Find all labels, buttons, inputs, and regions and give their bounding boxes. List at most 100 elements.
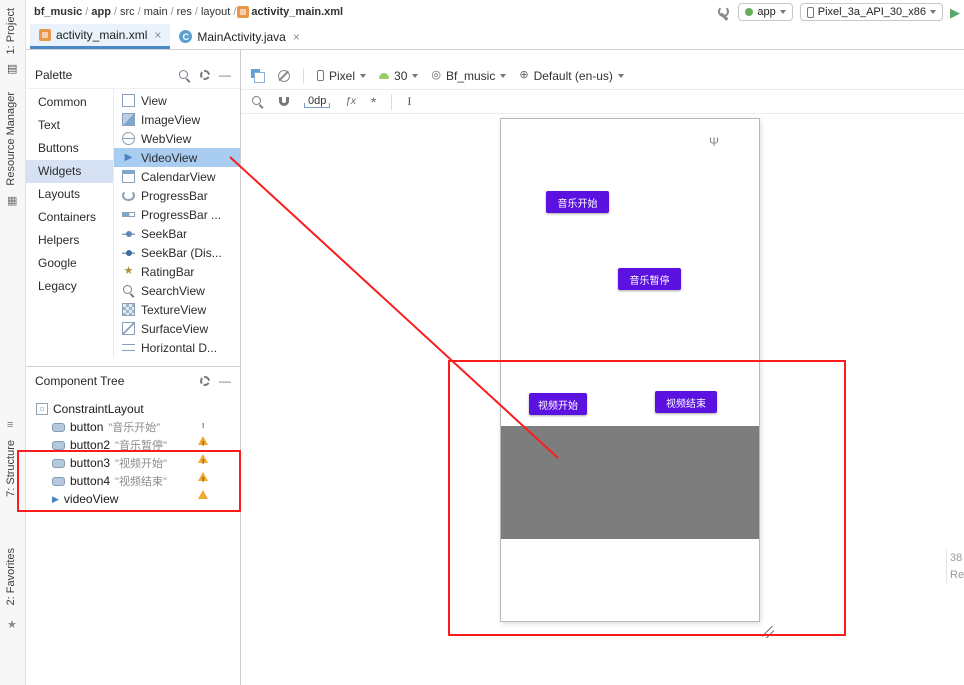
favorites-star-icon[interactable]: ★	[7, 620, 17, 631]
palette-category-common[interactable]: Common	[26, 91, 113, 114]
tool-window-resource-manager[interactable]: Resource Manager	[5, 92, 17, 186]
preview-button-music-start[interactable]: 音乐开始	[546, 191, 609, 213]
default-margin-control[interactable]: 0dp	[304, 95, 331, 108]
palette-item-ratingbar[interactable]: ★ RatingBar	[114, 262, 240, 281]
horizontal-divider-icon	[122, 344, 135, 351]
resource-manager-icon[interactable]: ▦	[7, 196, 17, 207]
palette-items: View ImageView WebView ▶ VideoView Calend…	[114, 89, 240, 358]
locale-select[interactable]: ⊕ Default (en-us)	[519, 69, 624, 83]
palette-item-textureview[interactable]: TextureView	[114, 300, 240, 319]
run-configuration-select[interactable]: app	[738, 3, 793, 21]
text-cursor-icon[interactable]: I	[407, 94, 411, 109]
breadcrumb-item[interactable]: layout	[201, 6, 230, 18]
preview-button-music-pause[interactable]: 音乐暂停	[618, 268, 681, 290]
breadcrumb-item[interactable]: app	[91, 6, 111, 18]
toolbar-divider	[391, 93, 393, 110]
breadcrumb-item-current-file[interactable]: activity_main.xml	[251, 6, 343, 18]
close-icon[interactable]: ×	[154, 29, 161, 41]
zoom-icon[interactable]	[251, 95, 264, 108]
tree-row-button3[interactable]: button3 "视频开始"	[26, 454, 240, 481]
palette-category-helpers[interactable]: Helpers	[26, 229, 113, 252]
palette-category-containers[interactable]: Containers	[26, 206, 113, 229]
theme-select[interactable]: ◎ Bf_music	[431, 69, 507, 83]
palette-title: Palette	[35, 68, 73, 82]
warning-icon[interactable]	[198, 476, 208, 499]
preview-button-video-end[interactable]: 视频结束	[655, 391, 717, 413]
device-preview[interactable]: Ψ 音乐开始 音乐暂停 视频开始 视频结束	[500, 118, 760, 622]
palette-header: Palette —	[26, 62, 240, 88]
palette-categories: Common Text Buttons Widgets Layouts Cont…	[26, 89, 114, 358]
project-icon[interactable]: ▤	[7, 64, 17, 75]
warning-icon[interactable]	[198, 458, 208, 481]
tab-mainactivity-java[interactable]: C MainActivity.java ×	[170, 24, 309, 49]
palette-category-text[interactable]: Text	[26, 114, 113, 137]
palette-item-seekbar[interactable]: SeekBar	[114, 224, 240, 243]
autoconnect-magnet-icon[interactable]	[279, 97, 289, 106]
tree-row-button2[interactable]: button2 "音乐暂停"	[26, 436, 240, 463]
tree-row-constraintlayout[interactable]: ConstraintLayout	[26, 400, 240, 418]
seekbar-icon	[122, 230, 135, 237]
palette-category-google[interactable]: Google	[26, 252, 113, 275]
gear-icon[interactable]	[200, 375, 210, 386]
search-icon[interactable]	[178, 69, 191, 82]
tool-window-favorites[interactable]: 2: Favorites	[5, 548, 17, 605]
palette-item-imageview[interactable]: ImageView	[114, 110, 240, 129]
tab-activity-main-xml[interactable]: activity_main.xml ×	[30, 24, 171, 49]
device-select[interactable]: Pixel_3a_API_30_x86	[799, 3, 943, 21]
palette-item-progressbar-horizontal[interactable]: ProgressBar ...	[114, 205, 240, 224]
close-icon[interactable]: ×	[293, 31, 300, 43]
tree-row-button[interactable]: button "音乐开始"	[26, 418, 240, 445]
palette-item-videoview[interactable]: ▶ VideoView	[114, 148, 240, 167]
clear-constraints-icon[interactable]: ƒx	[345, 96, 356, 107]
preview-videoview[interactable]	[501, 426, 759, 539]
palette-category-widgets[interactable]: Widgets	[26, 160, 113, 183]
minimize-icon[interactable]: —	[219, 375, 231, 387]
palette-item-searchview[interactable]: SearchView	[114, 281, 240, 300]
preview-button-video-start[interactable]: 视频开始	[529, 393, 587, 415]
design-canvas[interactable]: Ψ 音乐开始 音乐暂停 视频开始 视频结束	[241, 114, 964, 645]
ui-mode-icon[interactable]	[278, 69, 290, 82]
button-widget-icon	[52, 476, 65, 486]
imageview-icon	[122, 113, 135, 126]
component-tree-title: Component Tree	[35, 373, 125, 388]
palette-item-seekbar-discrete[interactable]: SeekBar (Dis...	[114, 243, 240, 262]
palette-category-layouts[interactable]: Layouts	[26, 183, 113, 206]
warning-icon[interactable]	[198, 422, 208, 445]
breadcrumb-item[interactable]: src	[120, 6, 135, 18]
left-tool-window-bar: 1: Project ▤ Resource Manager ▦ ≡ 7: Str…	[0, 0, 26, 685]
tree-row-button4[interactable]: button4 "视频结束"	[26, 472, 240, 499]
api-version-select[interactable]: 30	[379, 69, 419, 83]
palette-item-webview[interactable]: WebView	[114, 129, 240, 148]
structure-icon[interactable]: ≡	[7, 420, 13, 431]
java-class-icon: C	[179, 30, 193, 43]
component-tree: ConstraintLayout button "音乐开始" button2 "…	[26, 394, 240, 508]
palette-category-buttons[interactable]: Buttons	[26, 137, 113, 160]
videoview-icon: ▶	[124, 151, 133, 163]
breadcrumb-separator: /	[233, 6, 237, 18]
breadcrumb-item[interactable]: res	[177, 6, 192, 18]
progressbar-icon	[122, 190, 135, 201]
calendarview-icon	[122, 170, 135, 183]
palette-item-calendarview[interactable]: CalendarView	[114, 167, 240, 186]
warning-icon[interactable]	[198, 440, 208, 463]
infer-constraints-wand-icon[interactable]: *	[371, 95, 376, 109]
breadcrumb-item[interactable]: main	[144, 6, 168, 18]
view-icon	[122, 94, 135, 107]
button-widget-icon	[52, 440, 65, 450]
tree-row-videoview[interactable]: ▶ videoView	[26, 490, 240, 508]
breadcrumb-item[interactable]: bf_music	[34, 6, 82, 18]
palette-item-horizontal-divider[interactable]: Horizontal D...	[114, 338, 240, 357]
run-button[interactable]: ▶	[950, 6, 960, 19]
device-in-editor-select[interactable]: Pixel	[317, 69, 367, 83]
tool-window-project[interactable]: 1: Project	[5, 8, 17, 54]
minimize-icon[interactable]: —	[219, 69, 231, 81]
design-surface-icon[interactable]	[251, 68, 265, 83]
palette-category-legacy[interactable]: Legacy	[26, 275, 113, 298]
palette-item-progressbar[interactable]: ProgressBar	[114, 186, 240, 205]
tool-window-structure[interactable]: 7: Structure	[5, 440, 17, 497]
preview-resize-handle[interactable]	[762, 626, 774, 638]
build-wrench-icon[interactable]	[717, 5, 731, 19]
palette-item-view[interactable]: View	[114, 91, 240, 110]
palette-item-surfaceview[interactable]: SurfaceView	[114, 319, 240, 338]
gear-icon[interactable]	[200, 70, 210, 80]
